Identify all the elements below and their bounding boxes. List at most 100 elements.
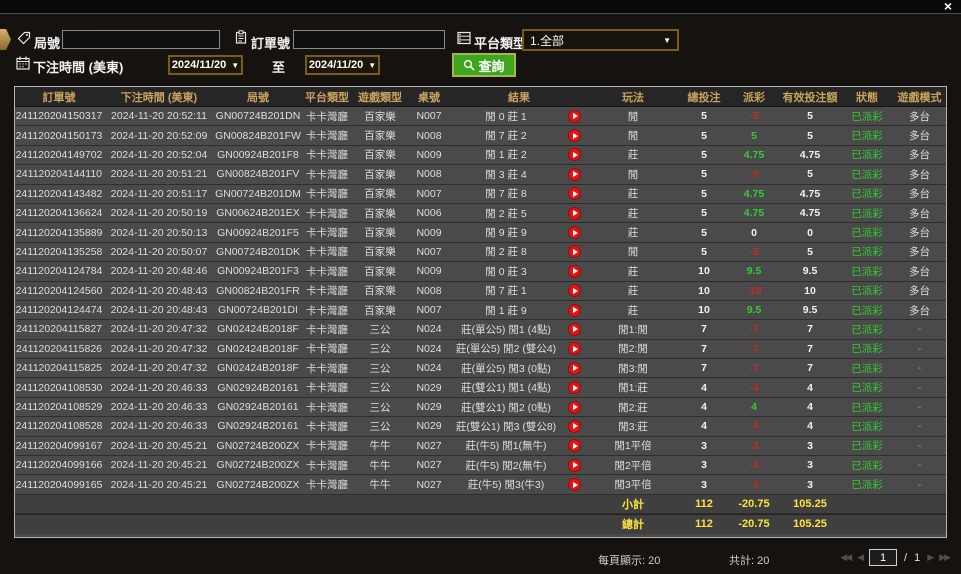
cell-table-no: N029 <box>407 420 451 432</box>
next-page-icon[interactable]: ▶ <box>927 552 932 563</box>
cell-result: 閒 7 莊 1 <box>451 283 561 298</box>
cell-platform-type: 卡卡灣廳 <box>301 128 353 143</box>
cell-play-method: 閒2:莊 <box>587 400 679 415</box>
query-button[interactable]: 查詢 <box>452 53 516 77</box>
play-replay-icon[interactable] <box>568 342 581 355</box>
play-replay-icon[interactable] <box>568 110 581 123</box>
cell-play-method: 閒 <box>587 109 679 124</box>
play-replay-icon[interactable] <box>568 284 581 297</box>
cell-result: 閒 3 莊 4 <box>451 167 561 182</box>
play-replay-icon[interactable] <box>568 226 581 239</box>
to-label: 至 <box>272 57 285 76</box>
cell-payout: 5 <box>729 130 779 142</box>
total-valid-bet: 105.25 <box>779 518 841 530</box>
prev-page-icon[interactable]: ◀ <box>857 552 862 563</box>
play-replay-icon[interactable] <box>568 265 581 278</box>
play-replay-icon[interactable] <box>568 129 581 142</box>
table-row: 2411202041158262024-11-20 20:47:32GN0242… <box>15 340 946 359</box>
cell-total-bet: 4 <box>679 401 729 413</box>
cell-round-no: GN02924B20161 <box>215 420 301 432</box>
play-replay-icon[interactable] <box>568 207 581 220</box>
cell-total-bet: 7 <box>679 323 729 335</box>
cell-status: 已派彩 <box>841 380 893 395</box>
cell-payout: 9.5 <box>729 304 779 316</box>
col-header: 遊戲模式 <box>893 89 946 105</box>
cell-payout: -3 <box>729 459 779 471</box>
platform-type-select[interactable]: 1.全部 ▼ <box>522 29 679 51</box>
cell-valid-bet: 7 <box>779 362 841 374</box>
table-row: 2411202041158252024-11-20 20:47:32GN0242… <box>15 359 946 378</box>
play-replay-icon[interactable] <box>568 168 581 181</box>
table-row: 2411202041247842024-11-20 20:48:46GN0092… <box>15 262 946 281</box>
cell-result: 閒 2 莊 5 <box>451 206 561 221</box>
date-to-picker[interactable]: 2024/11/20 ▼ <box>305 55 380 75</box>
cell-result: 閒 1 莊 2 <box>451 147 561 162</box>
cell-platform-type: 卡卡灣廳 <box>301 419 353 434</box>
cell-play-method: 莊 <box>587 225 679 240</box>
cell-valid-bet: 3 <box>779 459 841 471</box>
play-replay-icon[interactable] <box>568 478 581 491</box>
cell-result: 莊(單公5) 閒1 (4點) <box>451 322 561 337</box>
table-row: 2411202041085292024-11-20 20:46:33GN0292… <box>15 398 946 417</box>
play-replay-icon[interactable] <box>568 304 581 317</box>
cell-result: 閒 0 莊 3 <box>451 264 561 279</box>
cell-replay <box>561 245 587 258</box>
cell-status: 已派彩 <box>841 400 893 415</box>
play-replay-icon[interactable] <box>568 401 581 414</box>
panel-collapse-handle[interactable] <box>0 29 11 50</box>
cell-game-type: 百家樂 <box>353 128 407 143</box>
cell-replay <box>561 187 587 200</box>
cell-platform-type: 卡卡灣廳 <box>301 400 353 415</box>
play-replay-icon[interactable] <box>568 381 581 394</box>
cell-platform-type: 卡卡灣廳 <box>301 322 353 337</box>
total-payout: -20.75 <box>729 518 779 530</box>
col-header: 訂單號 <box>15 89 103 105</box>
cell-game-type: 百家樂 <box>353 147 407 162</box>
cell-order-no: 241120204124474 <box>15 304 103 316</box>
cell-platform-type: 卡卡灣廳 <box>301 186 353 201</box>
cell-order-no: 241120204143482 <box>15 188 103 200</box>
cell-status: 已派彩 <box>841 322 893 337</box>
cell-game-mode: 多台 <box>893 186 946 201</box>
cell-game-mode: - <box>893 362 946 374</box>
play-replay-icon[interactable] <box>568 245 581 258</box>
cell-payout: -4 <box>729 382 779 394</box>
play-replay-icon[interactable] <box>568 362 581 375</box>
chevron-down-icon: ▼ <box>663 36 671 45</box>
cell-replay <box>561 284 587 297</box>
cell-valid-bet: 4.75 <box>779 188 841 200</box>
date-to-value: 2024/11/20 <box>309 59 363 71</box>
cell-total-bet: 10 <box>679 285 729 297</box>
table-row: 2411202041434822024-11-20 20:51:17GN0072… <box>15 185 946 204</box>
cell-bet-time: 2024-11-20 20:46:33 <box>103 420 215 432</box>
cell-result: 莊(雙公1) 閒2 (0點) <box>451 400 561 415</box>
cell-game-mode: 多台 <box>893 303 946 318</box>
game-no-input[interactable] <box>62 30 220 49</box>
cell-valid-bet: 9.5 <box>779 304 841 316</box>
play-replay-icon[interactable] <box>568 459 581 472</box>
cell-replay <box>561 168 587 181</box>
play-replay-icon[interactable] <box>568 323 581 336</box>
cell-result: 閒 7 莊 2 <box>451 128 561 143</box>
cell-replay <box>561 342 587 355</box>
cell-valid-bet: 4 <box>779 382 841 394</box>
date-from-picker[interactable]: 2024/11/20 ▼ <box>168 55 243 75</box>
play-replay-icon[interactable] <box>568 420 581 433</box>
cell-status: 已派彩 <box>841 264 893 279</box>
cell-round-no: GN02424B2018F <box>215 362 301 374</box>
table-row: 2411202041501732024-11-20 20:52:09GN0082… <box>15 126 946 145</box>
play-replay-icon[interactable] <box>568 148 581 161</box>
cell-table-no: N007 <box>407 110 451 122</box>
cell-table-no: N007 <box>407 304 451 316</box>
play-replay-icon[interactable] <box>568 187 581 200</box>
first-page-icon[interactable]: ◀◀ <box>840 552 850 563</box>
cell-valid-bet: 10 <box>779 285 841 297</box>
page-slash: / <box>904 552 907 564</box>
cell-valid-bet: 5 <box>779 168 841 180</box>
play-replay-icon[interactable] <box>568 439 581 452</box>
close-icon[interactable]: × <box>944 0 952 14</box>
order-no-input[interactable] <box>293 30 445 49</box>
page-number-input[interactable] <box>869 549 897 566</box>
cell-round-no: GN00824B201FV <box>215 168 301 180</box>
last-page-icon[interactable]: ▶▶ <box>939 552 949 563</box>
